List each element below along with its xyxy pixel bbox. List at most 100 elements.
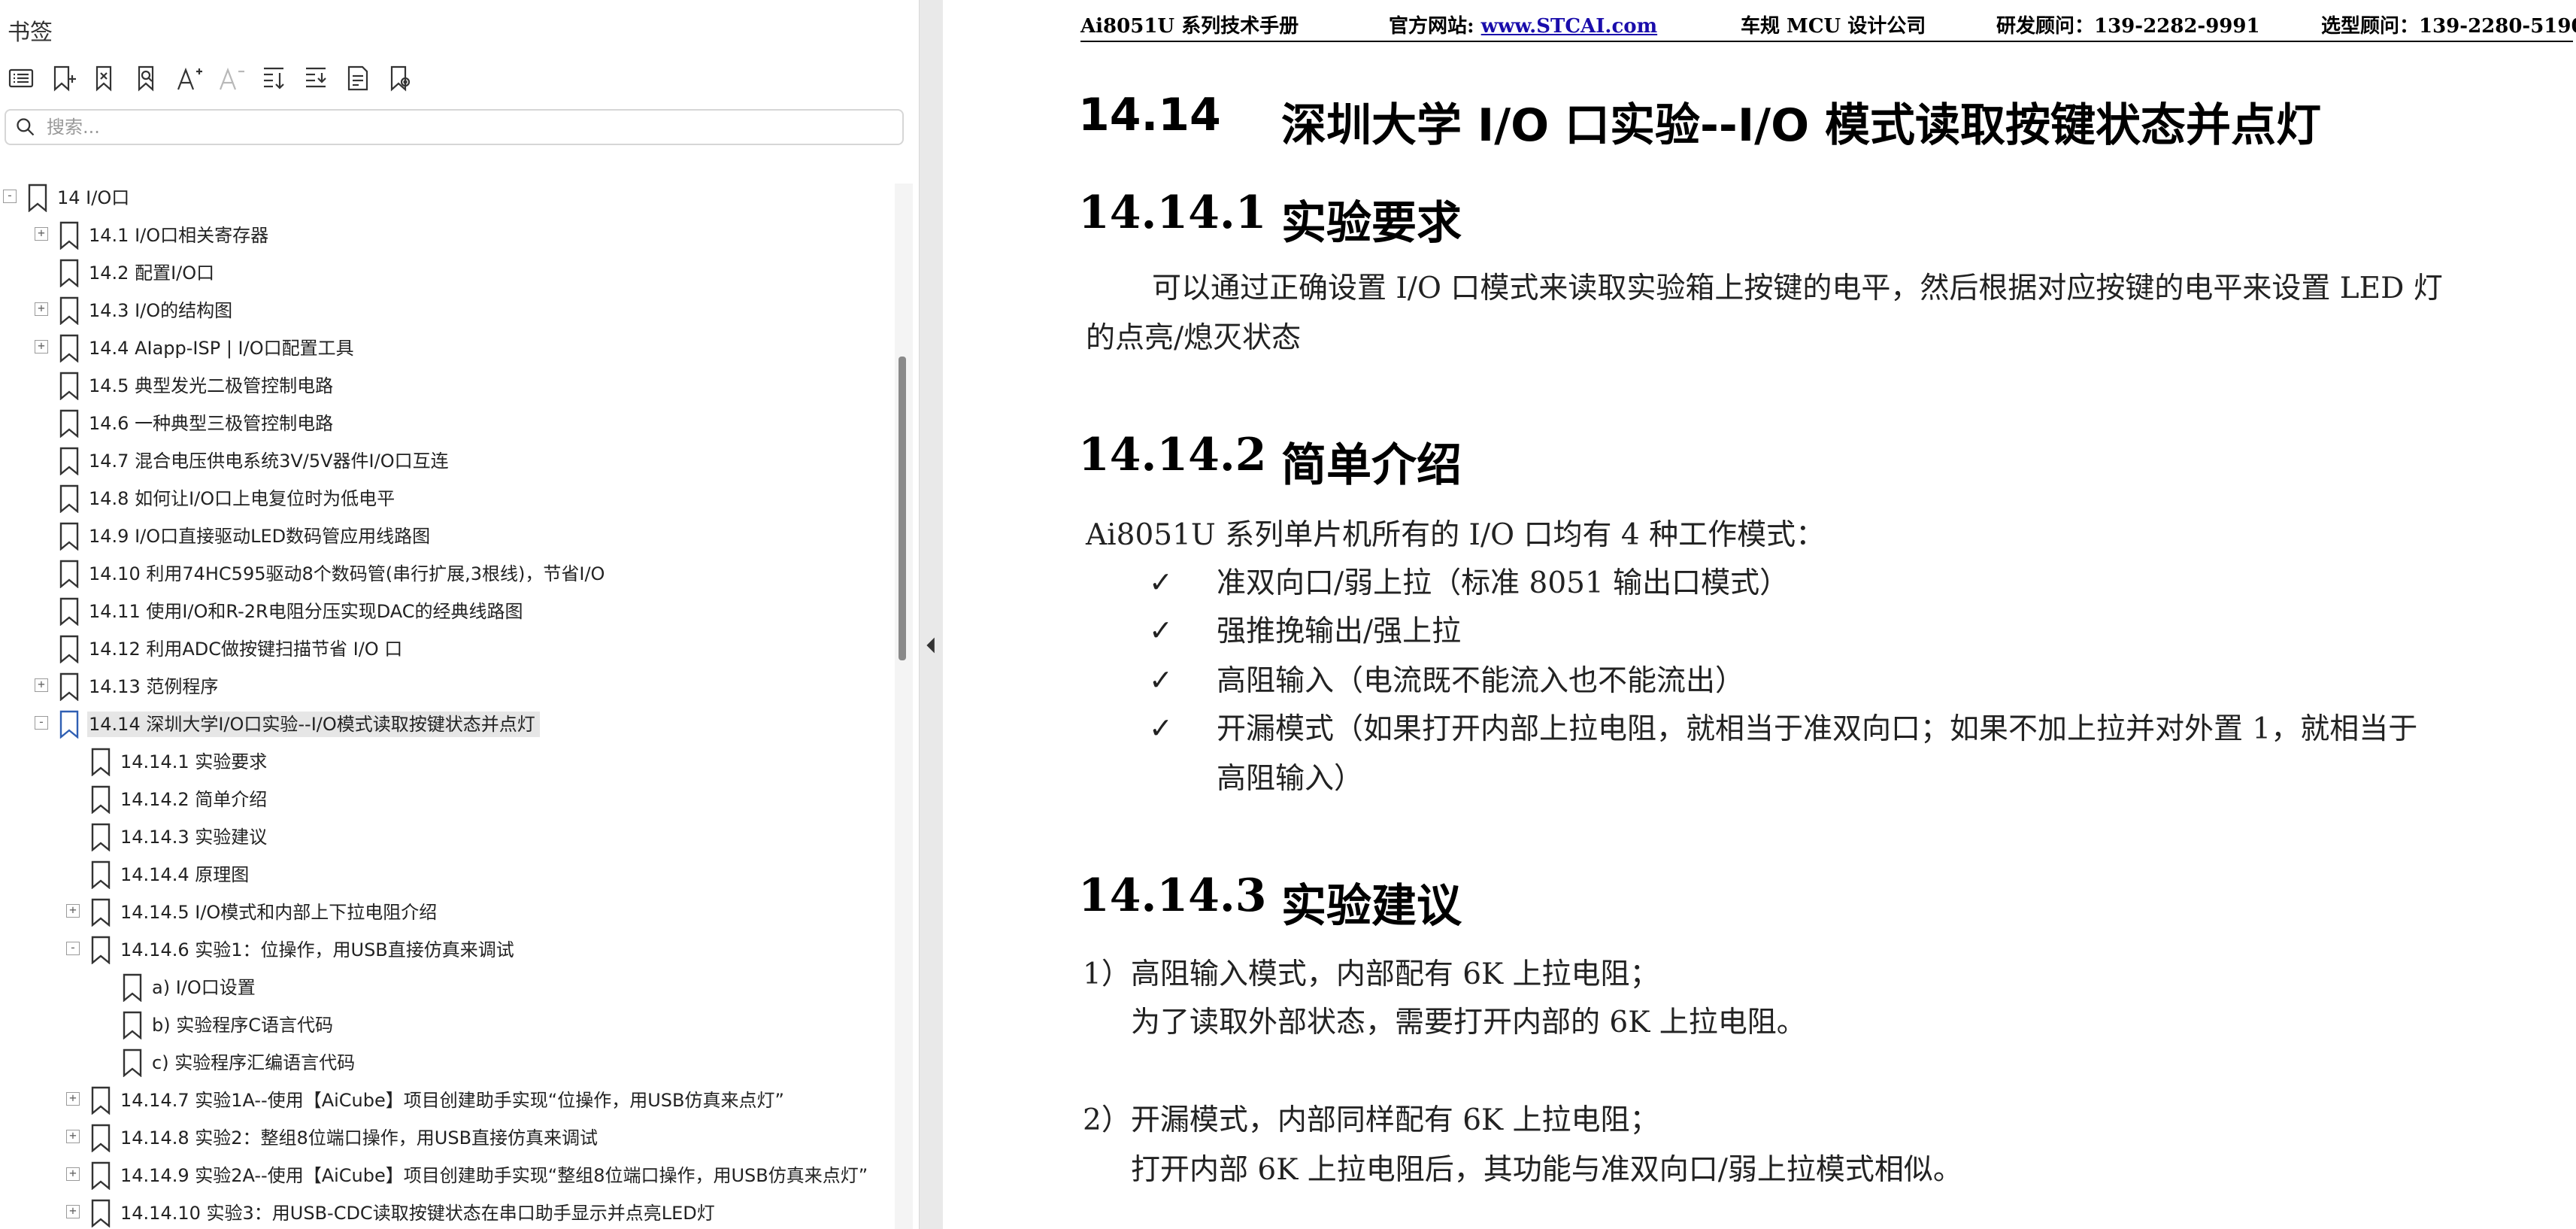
- header-website-label: 官方网站:: [1389, 15, 1481, 38]
- bookmark-icon: [59, 409, 80, 438]
- header-selection-advisor: 选型顾问：139-2280-5190: [2321, 15, 2576, 38]
- panel-title: 书签: [8, 20, 53, 46]
- expand-toggle-icon[interactable]: +: [35, 678, 48, 692]
- bookmark-icon: [59, 447, 80, 476]
- panel-splitter[interactable]: [919, 0, 944, 1229]
- document-page: Ai8051U 系列技术手册 官方网站: www.STCAI.com 车规 MC…: [943, 0, 2576, 1229]
- bookmark-icon: [59, 259, 80, 288]
- bookmark-icon: [59, 484, 80, 514]
- bookmark-item[interactable]: +14.14.5 I/O模式和内部上下拉电阻介绍: [0, 894, 895, 931]
- expand-toggle-icon[interactable]: +: [66, 1130, 80, 1143]
- bookmark-label: 14.14.5 I/O模式和内部上下拉电阻介绍: [120, 902, 438, 923]
- expand-toggle-icon[interactable]: +: [66, 1167, 80, 1181]
- check-icon: ✓: [1149, 614, 1173, 647]
- bookmark-icon: [90, 823, 111, 852]
- heading-number: 14.14.2: [1078, 429, 1267, 481]
- bookmark-item[interactable]: +14.13 范例程序: [0, 668, 895, 706]
- bookmark-label: 14.6 一种典型三极管控制电路: [89, 413, 334, 434]
- bookmark-item[interactable]: 14.9 I/O口直接驱动LED数码管应用线路图: [0, 517, 895, 555]
- header-rd-advisor: 研发顾问：139-2282-9991: [1996, 15, 2260, 38]
- list-item: 强推挽输出/强上拉: [1217, 614, 1462, 648]
- bookmark-item[interactable]: - 14 I/O口: [0, 179, 895, 217]
- bookmark-item[interactable]: 14.10 利用74HC595驱动8个数码管(串行扩展,3根线)，节省I/O: [0, 555, 895, 593]
- bookmark-label: 14.2 配置I/O口: [89, 262, 215, 284]
- bookmark-label: 14.14.4 原理图: [120, 864, 250, 885]
- bookmark-item[interactable]: - 14.14 深圳大学I/O口实验--I/O模式读取按键状态并点灯: [0, 706, 895, 743]
- bookmark-item[interactable]: b) 实验程序C语言代码: [0, 1006, 895, 1044]
- increase-font-icon[interactable]: [174, 63, 205, 93]
- delete-bookmark-icon[interactable]: [90, 63, 120, 93]
- bookmark-icon: [122, 1048, 143, 1078]
- bookmark-scrollbar-track[interactable]: [895, 184, 913, 1229]
- find-bookmark-icon[interactable]: [132, 63, 162, 93]
- bookmark-item[interactable]: +14.14.8 实验2：整组8位端口操作，用USB直接仿真来调试: [0, 1119, 895, 1157]
- bookmark-properties-icon[interactable]: [343, 63, 373, 93]
- expand-toggle-icon[interactable]: +: [66, 1205, 80, 1218]
- bookmark-icon: [90, 898, 111, 927]
- expand-toggle-icon[interactable]: +: [35, 227, 48, 241]
- bookmark-icon: [59, 710, 80, 739]
- bookmark-settings-icon[interactable]: [385, 63, 415, 93]
- bookmark-label: 14.14.2 简单介绍: [120, 789, 268, 810]
- bookmark-item[interactable]: 14.2 配置I/O口: [0, 254, 895, 292]
- list-item: 开漏模式（如果打开内部上拉电阻，就相当于准双向口；如果不加上拉并对外置 1，就相…: [1217, 712, 2418, 746]
- bookmark-label: a) I/O口设置: [152, 977, 256, 998]
- section-heading-14-14-3: 14.14.3 实验建议: [1078, 869, 1462, 933]
- collapse-toggle-icon[interactable]: -: [3, 190, 17, 203]
- bookmark-label: b) 实验程序C语言代码: [152, 1015, 333, 1036]
- list-item: 高阻输入（电流既不能流入也不能流出）: [1217, 664, 1745, 698]
- collapse-panel-button[interactable]: [922, 632, 940, 659]
- decrease-font-icon[interactable]: [217, 63, 247, 93]
- bookmark-item[interactable]: 14.12 利用ADC做按键扫描节省 I/O 口: [0, 630, 895, 668]
- list-item: 准双向口/弱上拉（标准 8051 输出口模式）: [1217, 566, 1790, 600]
- collapse-toggle-icon[interactable]: -: [66, 942, 80, 955]
- bookmark-icon: [59, 522, 80, 551]
- heading-number: 14.14.3: [1078, 869, 1267, 922]
- bookmark-item[interactable]: 14.8 如何让I/O口上电复位时为低电平: [0, 480, 895, 517]
- expand-toggle-icon[interactable]: +: [66, 1092, 80, 1106]
- expand-all-icon[interactable]: [259, 63, 289, 93]
- header-company: 车规 MCU 设计公司: [1741, 15, 1926, 38]
- bookmark-scrollbar-thumb[interactable]: [899, 357, 906, 660]
- bookmark-icon: [90, 860, 111, 890]
- heading-title: 简单介绍: [1281, 439, 1462, 492]
- bookmark-item[interactable]: +14.14.7 实验1A--使用【AiCube】项目创建助手实现“位操作，用U…: [0, 1082, 895, 1119]
- section-heading-14-14-2: 14.14.2 简单介绍: [1078, 429, 1462, 492]
- bookmark-item[interactable]: 14.14.2 简单介绍: [0, 781, 895, 818]
- bookmark-label: 14.13 范例程序: [89, 676, 219, 697]
- bookmark-list-icon[interactable]: [6, 63, 36, 93]
- expand-toggle-icon[interactable]: +: [35, 302, 48, 316]
- add-bookmark-icon[interactable]: [48, 63, 78, 93]
- collapse-toggle-icon[interactable]: -: [35, 716, 48, 730]
- bookmark-item[interactable]: 14.14.1 实验要求: [0, 743, 895, 781]
- search-input[interactable]: [45, 116, 875, 138]
- collapse-all-icon[interactable]: [301, 63, 331, 93]
- bookmark-item[interactable]: - 14.14.6 实验1：位操作，用USB直接仿真来调试: [0, 931, 895, 969]
- header-website: 官方网站: www.STCAI.com: [1389, 11, 1657, 38]
- bookmark-item[interactable]: +14.4 AIapp-ISP | I/O口配置工具: [0, 329, 895, 367]
- bookmark-item[interactable]: +14.3 I/O的结构图: [0, 292, 895, 329]
- bookmark-item[interactable]: 14.5 典型发光二极管控制电路: [0, 367, 895, 405]
- header-website-link[interactable]: www.STCAI.com: [1481, 15, 1657, 38]
- bookmark-item[interactable]: c) 实验程序汇编语言代码: [0, 1044, 895, 1082]
- search-icon: [11, 112, 41, 142]
- bookmark-item[interactable]: +14.1 I/O口相关寄存器: [0, 217, 895, 254]
- bookmark-tree: - 14 I/O口 +14.1 I/O口相关寄存器 14.2 配置I/O口 +14.3 …: [0, 179, 895, 1229]
- bookmark-icon: [122, 973, 143, 1003]
- bookmark-icon: [59, 597, 80, 627]
- bookmark-label: 14.14.8 实验2：整组8位端口操作，用USB直接仿真来调试: [120, 1127, 599, 1149]
- bookmark-item[interactable]: +14.14.10 实验3：用USB-CDC读取按键状态在串口助手显示并点亮LE…: [0, 1194, 895, 1229]
- bookmark-item[interactable]: 14.14.4 原理图: [0, 856, 895, 894]
- bookmark-item[interactable]: 14.6 一种典型三极管控制电路: [0, 405, 895, 442]
- expand-toggle-icon[interactable]: +: [35, 340, 48, 354]
- bookmark-item[interactable]: +14.14.9 实验2A--使用【AiCube】项目创建助手实现“整组8位端口…: [0, 1157, 895, 1194]
- heading-title: 深圳大学 I/O 口实验--I/O 模式读取按键状态并点灯: [1281, 99, 2321, 152]
- bookmark-item[interactable]: 14.7 混合电压供电系统3V/5V器件I/O口互连: [0, 442, 895, 480]
- bookmark-item[interactable]: 14.11 使用I/O和R-2R电阻分压实现DAC的经典线路图: [0, 593, 895, 630]
- section-heading-14-14: 14.14 深圳大学 I/O 口实验--I/O 模式读取按键状态并点灯: [1078, 89, 2321, 152]
- bookmark-search: [5, 109, 904, 145]
- expand-toggle-icon[interactable]: +: [66, 904, 80, 918]
- bookmark-item[interactable]: a) I/O口设置: [0, 969, 895, 1006]
- paragraph-requirement-line2: 的点亮/熄灭状态: [1086, 321, 1302, 355]
- bookmark-item[interactable]: 14.14.3 实验建议: [0, 818, 895, 856]
